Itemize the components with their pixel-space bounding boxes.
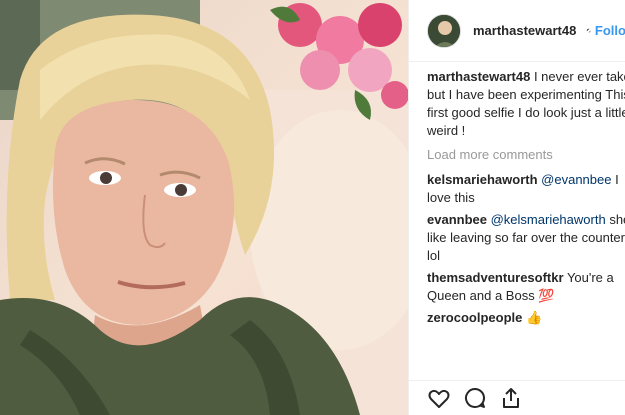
comment-username[interactable]: evannbee bbox=[427, 212, 487, 227]
post-header: marthastewart48 • Follow bbox=[409, 0, 625, 62]
selfie-image bbox=[0, 0, 408, 415]
heart-icon[interactable] bbox=[427, 386, 451, 410]
comment-icon[interactable] bbox=[463, 386, 487, 410]
comment-mention[interactable]: @evannbee bbox=[541, 172, 611, 187]
share-icon[interactable] bbox=[499, 386, 523, 410]
comment-mention[interactable]: @kelsmariehaworth bbox=[491, 212, 606, 227]
post-details-panel: marthastewart48 • Follow marthastewart48… bbox=[408, 0, 625, 415]
comment-item: evannbee @kelsmariehaworth she's like le… bbox=[427, 211, 625, 265]
comment-username[interactable]: zerocoolpeople bbox=[427, 310, 522, 325]
comment-text: 👍 bbox=[525, 310, 543, 325]
post-actions-bar bbox=[409, 380, 625, 415]
comment-item: zerocoolpeople 👍 bbox=[427, 309, 625, 327]
author-username[interactable]: marthastewart48 bbox=[473, 23, 576, 38]
comment-username[interactable]: themsadventuresoftkr bbox=[427, 270, 564, 285]
caption: marthastewart48 I never ever take but I … bbox=[427, 68, 625, 140]
load-more-comments-button[interactable]: Load more comments bbox=[427, 146, 625, 164]
avatar[interactable] bbox=[427, 13, 461, 48]
follow-button[interactable]: Follow bbox=[595, 23, 625, 38]
post-photo[interactable] bbox=[0, 0, 408, 415]
comment-username[interactable]: kelsmariehaworth bbox=[427, 172, 538, 187]
comment-item: kelsmariehaworth @evannbee I love this bbox=[427, 171, 625, 207]
comment-item: themsadventuresoftkr You're a Queen and … bbox=[427, 269, 625, 305]
comments-list: marthastewart48 I never ever take but I … bbox=[409, 62, 625, 327]
caption-username[interactable]: marthastewart48 bbox=[427, 69, 530, 84]
